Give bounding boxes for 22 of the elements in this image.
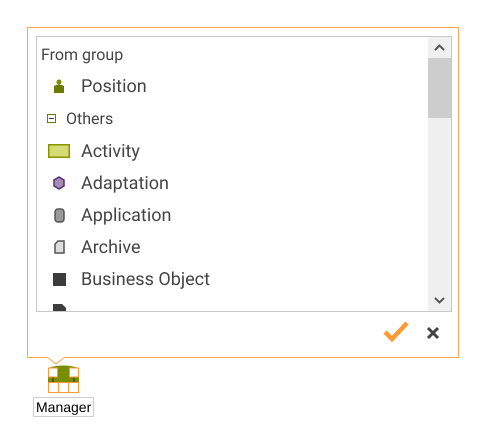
node-label[interactable]: Manager <box>33 397 94 417</box>
close-icon[interactable] <box>426 326 440 340</box>
scroll-down-icon[interactable] <box>434 297 445 304</box>
list-item[interactable]: Business Object <box>37 263 428 295</box>
person-icon <box>53 79 65 93</box>
hexagon-icon <box>53 176 65 190</box>
list-item[interactable]: Archive <box>37 231 428 263</box>
cylinder-icon <box>54 208 64 222</box>
list-item[interactable]: Adaptation <box>37 167 428 199</box>
group-label: Others <box>66 108 114 130</box>
rectangle-icon <box>48 144 70 158</box>
card-icon <box>54 240 64 254</box>
list-item[interactable]: Application <box>37 199 428 231</box>
list-item[interactable]: Activity <box>37 135 428 167</box>
scrollbar[interactable] <box>428 37 451 311</box>
group-header: From group <box>41 44 124 66</box>
list-item[interactable]: Position <box>37 70 428 102</box>
scroll-up-icon[interactable] <box>434 44 445 51</box>
scroll-thumb[interactable] <box>428 58 451 118</box>
collapse-icon[interactable] <box>47 114 56 123</box>
role-icon <box>47 364 80 393</box>
square-icon <box>52 272 66 286</box>
